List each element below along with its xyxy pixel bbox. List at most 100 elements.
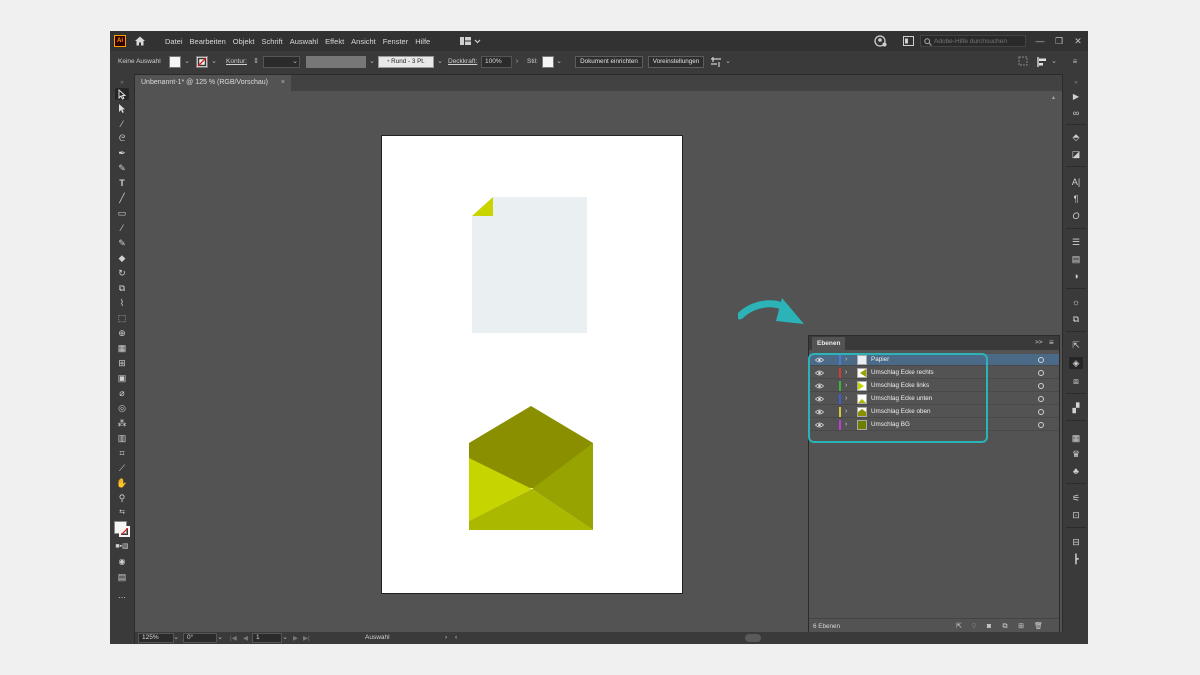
collapse-panel-icon[interactable]: >> xyxy=(1035,339,1043,346)
document-setup-button[interactable]: Dokument einrichten xyxy=(575,56,643,68)
profile-dropdown[interactable]: ⌄ xyxy=(367,56,377,68)
menu-fenster[interactable]: Fenster xyxy=(383,37,408,46)
home-icon[interactable] xyxy=(134,35,146,47)
search-input[interactable] xyxy=(934,36,1024,46)
opacity-arrow[interactable]: › xyxy=(512,56,522,68)
previous-artboard-icon[interactable]: ◀ xyxy=(243,634,248,642)
menu-hilfe[interactable]: Hilfe xyxy=(415,37,430,46)
first-artboard-icon[interactable]: |◀ xyxy=(230,634,237,642)
opacity-field[interactable]: 100% xyxy=(481,56,512,68)
panel-icon[interactable] xyxy=(903,36,914,46)
paper-corner-shape[interactable] xyxy=(472,197,493,216)
locate-object-icon[interactable]: ⚲ xyxy=(970,623,978,631)
paragraph-icon[interactable]: ¶ xyxy=(1069,193,1083,205)
paper-shape[interactable] xyxy=(472,197,587,333)
distribute-icon[interactable]: ┣ xyxy=(1069,553,1083,565)
free-transform-tool-icon[interactable]: ⬚ xyxy=(115,312,129,324)
column-graph-tool-icon[interactable]: ▥ xyxy=(115,432,129,444)
layers-tab[interactable]: Ebenen xyxy=(812,337,846,350)
minimize-button[interactable]: — xyxy=(1030,31,1050,51)
new-sublayer-icon[interactable]: ⧉ xyxy=(1001,623,1009,631)
layer-target-icon[interactable] xyxy=(1038,409,1044,415)
clipping-mask-icon[interactable]: ◙ xyxy=(985,623,993,631)
blend-tool-icon[interactable]: ◎ xyxy=(115,402,129,414)
maximize-button[interactable]: ❐ xyxy=(1049,31,1069,51)
artboard[interactable] xyxy=(381,135,683,594)
brush-dropdown[interactable]: ⌄ xyxy=(435,56,445,68)
document-tab[interactable]: Unbenannt-1* @ 125 % (RGB/Vorschau) × xyxy=(135,75,291,91)
opentype-icon[interactable]: O xyxy=(1069,210,1083,222)
line-tool-icon[interactable]: ╱ xyxy=(115,192,129,204)
stroke-dropdown[interactable]: ⌄ xyxy=(209,56,219,68)
close-tab-icon[interactable]: × xyxy=(281,75,285,91)
asset-export-icon[interactable]: ▞ xyxy=(1069,402,1083,414)
horizontal-scrollbar-thumb[interactable] xyxy=(745,634,761,642)
arrange-dropdown[interactable]: ⌄ xyxy=(723,56,733,68)
last-artboard-icon[interactable]: ▶| xyxy=(303,634,310,642)
menu-auswahl[interactable]: Auswahl xyxy=(290,37,318,46)
menu-ansicht[interactable]: Ansicht xyxy=(351,37,376,46)
arrange-documents-icon[interactable] xyxy=(710,56,722,68)
align-panel-icon[interactable]: ⊟ xyxy=(1069,536,1083,548)
shape-builder-tool-icon[interactable]: ⊕ xyxy=(115,327,129,339)
delete-layer-icon[interactable]: 🗑 xyxy=(1034,623,1043,631)
appearance-icon[interactable]: ☼ xyxy=(1069,296,1083,308)
direct-selection-tool-icon[interactable] xyxy=(115,103,129,115)
rotate-tool-icon[interactable]: ↻ xyxy=(115,267,129,279)
swap-fill-stroke-icon[interactable]: ⇆ xyxy=(115,507,129,519)
graphic-styles-icon[interactable]: ⧉ xyxy=(1069,313,1083,325)
hand-tool-icon[interactable]: ✋ xyxy=(115,477,129,489)
links-icon[interactable]: ∞ xyxy=(1069,107,1083,119)
artboards-icon[interactable]: ⧈ xyxy=(1069,375,1083,387)
layer-target-icon[interactable] xyxy=(1038,383,1044,389)
variable-width-profile[interactable] xyxy=(306,56,366,68)
libraries-icon[interactable]: ⊡ xyxy=(1069,509,1083,521)
help-search[interactable] xyxy=(920,35,1026,47)
draw-mode-icon[interactable]: ◉ xyxy=(115,556,129,568)
perspective-grid-tool-icon[interactable]: ▦ xyxy=(115,342,129,354)
artboard-number-field[interactable]: 1 xyxy=(252,633,282,643)
edit-toolbar-icon[interactable]: ⋯ xyxy=(115,592,129,604)
zoom-dropdown[interactable]: ⌄ xyxy=(171,632,181,643)
fill-swatch[interactable] xyxy=(169,56,181,68)
close-window-button[interactable]: ✕ xyxy=(1068,31,1088,51)
align-dropdown[interactable]: ⌄ xyxy=(1049,56,1059,68)
layer-target-icon[interactable] xyxy=(1038,357,1044,363)
scroll-left-arrow[interactable]: ‹ xyxy=(455,634,457,641)
layers-panel-icon[interactable]: ◈ xyxy=(1069,357,1083,369)
eraser-tool-icon[interactable]: ◆ xyxy=(115,252,129,264)
eyedropper-tool-icon[interactable]: ⌀ xyxy=(115,387,129,399)
shaper-tool-icon[interactable]: ✎ xyxy=(115,237,129,249)
character-icon[interactable]: A| xyxy=(1069,176,1083,188)
paintbrush-tool-icon[interactable]: ⁄ xyxy=(115,222,129,234)
slice-tool-icon[interactable]: ⟋ xyxy=(115,462,129,474)
dock-collapse-icon[interactable]: « xyxy=(1069,77,1083,89)
next-artboard-icon[interactable]: ▶ xyxy=(293,634,298,642)
layer-target-icon[interactable] xyxy=(1038,422,1044,428)
stroke-weight-dropdown[interactable]: ⌄ xyxy=(290,56,300,68)
opacity-label[interactable]: Deckkraft: xyxy=(448,58,477,65)
stroke-weight-stepper[interactable]: ⇕ xyxy=(251,56,261,68)
color-mode-icons[interactable]: ■▪▧ xyxy=(115,541,129,553)
lasso-tool-icon[interactable]: ᘓ xyxy=(115,132,129,144)
selection-tool-icon[interactable] xyxy=(115,88,129,100)
width-tool-icon[interactable]: ⌇ xyxy=(115,297,129,309)
user-share-icon[interactable] xyxy=(874,35,887,47)
preferences-button[interactable]: Voreinstellungen xyxy=(648,56,704,68)
stroke-swatch[interactable] xyxy=(196,56,208,68)
stroke-panel-icon[interactable]: ☰ xyxy=(1069,236,1083,248)
brushes-icon[interactable]: ♛ xyxy=(1069,448,1083,460)
menu-effekt[interactable]: Effekt xyxy=(325,37,344,46)
transparency-icon[interactable]: ◑ xyxy=(1069,270,1083,282)
artboard-tool-icon[interactable]: ⌗ xyxy=(115,447,129,459)
brush-definition[interactable]: • Rund - 3 Pt. xyxy=(378,56,434,68)
layer-target-icon[interactable] xyxy=(1038,396,1044,402)
zoom-field[interactable]: 125% xyxy=(138,633,174,643)
symbols-icon[interactable]: ♣ xyxy=(1069,465,1083,477)
transform-icon[interactable]: ⬘ xyxy=(1069,131,1083,143)
properties-icon[interactable]: ⚟ xyxy=(1069,492,1083,504)
pen-tool-icon[interactable]: ✒ xyxy=(115,147,129,159)
control-bar-menu-icon[interactable]: ≡ xyxy=(1070,56,1080,68)
layer-target-icon[interactable] xyxy=(1038,370,1044,376)
pathfinder-icon[interactable]: ◪ xyxy=(1069,148,1083,160)
